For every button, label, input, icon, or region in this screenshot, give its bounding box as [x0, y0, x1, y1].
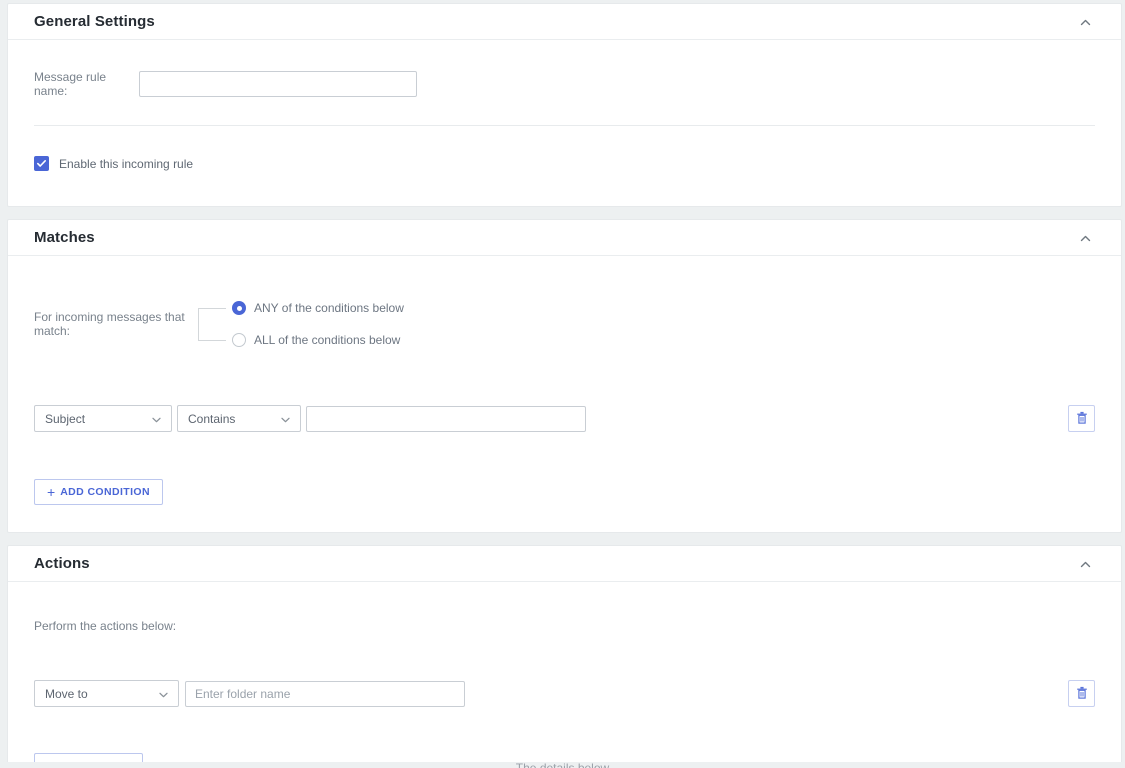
radio-unselected-icon — [232, 333, 246, 347]
matches-card: Matches For incoming messages that match… — [7, 219, 1122, 533]
collapse-toggle-button[interactable] — [1076, 552, 1095, 575]
radio-any-label: ANY of the conditions below — [254, 301, 418, 315]
section-title: General Settings — [34, 13, 155, 30]
actions-body: Perform the actions below: Move to — [8, 582, 1121, 768]
plus-icon: + — [47, 485, 55, 499]
general-settings-card: General Settings Message rule name: Enab… — [7, 3, 1122, 207]
chevron-down-icon — [152, 410, 161, 428]
delete-action-button[interactable] — [1068, 680, 1095, 707]
general-settings-header: General Settings — [8, 4, 1121, 40]
checkbox-checked-icon — [34, 156, 49, 171]
action-type-select[interactable]: Move to — [34, 680, 179, 707]
chevron-down-icon — [281, 410, 290, 428]
enable-rule-label: Enable this incoming rule — [59, 157, 193, 171]
matches-header: Matches — [8, 220, 1121, 256]
condition-operator-value: Contains — [188, 412, 235, 426]
match-mode-group: For incoming messages that match: ANY of… — [34, 301, 1095, 347]
clipped-partial-text: The details below — [516, 761, 609, 768]
section-divider — [34, 125, 1095, 126]
radio-all-conditions[interactable]: ALL of the conditions below — [232, 333, 418, 347]
condition-field-value: Subject — [45, 412, 85, 426]
matches-body: For incoming messages that match: ANY of… — [8, 256, 1121, 532]
rule-name-label: Message rule name: — [34, 70, 131, 98]
condition-row: Subject Contains — [34, 405, 1095, 432]
chevron-up-icon — [1080, 230, 1091, 245]
rule-name-input[interactable] — [139, 71, 417, 97]
condition-field-select[interactable]: Subject — [34, 405, 172, 432]
radio-any-conditions[interactable]: ANY of the conditions below — [232, 301, 418, 315]
delete-condition-button[interactable] — [1068, 405, 1095, 432]
action-type-value: Move to — [45, 687, 88, 701]
actions-header: Actions — [8, 546, 1121, 582]
general-settings-body: Message rule name: Enable this incoming … — [8, 40, 1121, 206]
bracket-connector — [198, 301, 232, 347]
add-condition-button[interactable]: + ADD CONDITION — [34, 479, 163, 505]
enable-rule-checkbox[interactable]: Enable this incoming rule — [34, 156, 1095, 171]
radio-all-label: ALL of the conditions below — [254, 333, 418, 347]
match-mode-label: For incoming messages that match: — [34, 310, 198, 338]
chevron-down-icon — [159, 685, 168, 703]
clipped-bottom-strip: The details below — [0, 762, 1125, 768]
trash-icon — [1076, 686, 1088, 702]
rule-name-row: Message rule name: — [34, 70, 1095, 98]
condition-operator-select[interactable]: Contains — [177, 405, 301, 432]
action-row: Move to — [34, 680, 1095, 707]
chevron-up-icon — [1080, 556, 1091, 571]
actions-card: Actions Perform the actions below: Move … — [7, 545, 1122, 768]
folder-name-input[interactable] — [185, 681, 465, 707]
collapse-toggle-button[interactable] — [1076, 226, 1095, 249]
section-title: Matches — [34, 229, 95, 246]
match-mode-options: ANY of the conditions below ALL of the c… — [232, 301, 418, 347]
collapse-toggle-button[interactable] — [1076, 10, 1095, 33]
trash-icon — [1076, 411, 1088, 427]
condition-value-input[interactable] — [306, 406, 586, 432]
radio-selected-icon — [232, 301, 246, 315]
perform-actions-label: Perform the actions below: — [34, 619, 176, 633]
chevron-up-icon — [1080, 14, 1091, 29]
rule-editor-page: General Settings Message rule name: Enab… — [0, 0, 1125, 768]
section-title: Actions — [34, 555, 90, 572]
